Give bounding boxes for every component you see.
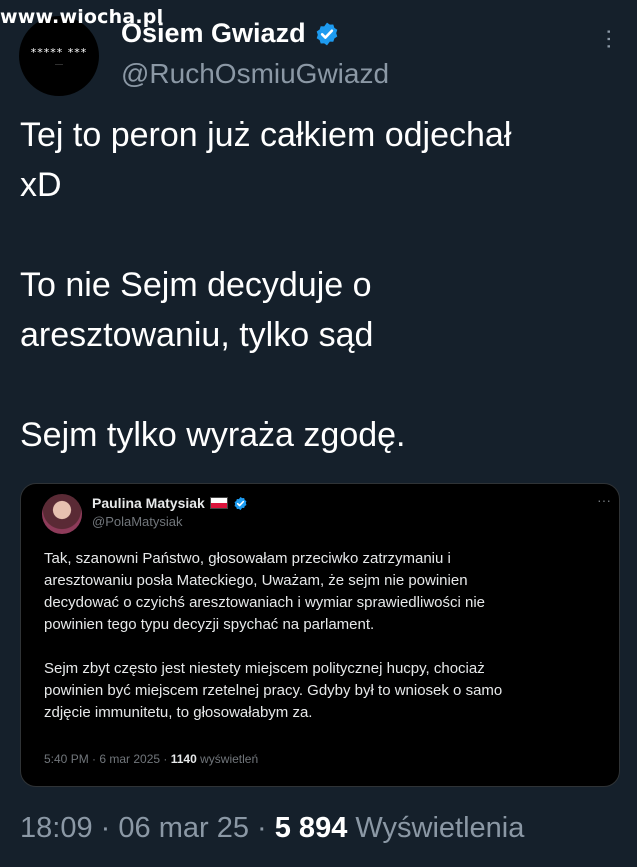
quoted-author-name[interactable]: Paulina Matysiak [92,495,205,511]
author-avatar[interactable]: ***** *** —— [19,16,99,96]
quoted-line: decydować o czyichś aresztowaniach i wym… [44,594,486,611]
more-options-icon[interactable]: ⋯ [597,28,622,50]
quoted-tweet-card[interactable]: Paulina Matysiak @PolaMatysiak ··· Tak, … [20,483,620,787]
quoted-author-name-row[interactable]: Paulina Matysiak [92,495,248,511]
views-label: Wyświetlenia [355,812,525,844]
quoted-line: zdjęcie immunitetu, to głosowałabym za. [44,704,313,721]
avatar-caption-decoration: —— [55,61,63,66]
quoted-line: powinien być miejscem rzetelnej pracy. G… [44,682,503,699]
poland-flag-icon [209,497,228,509]
tweet-line: To nie Sejm decyduje o [20,266,372,304]
quoted-views-count: 1140 [170,752,197,766]
views-count: 5 894 [274,812,348,844]
watermark: www.wiocha.pl [0,6,164,28]
tweet-line: Sejm tylko wyraża zgodę. [20,416,406,454]
quoted-tweet-meta: 5:40 PM · 6 mar 2025 · 1140 wyświetleń [44,752,258,766]
quoted-line: aresztowaniu posła Mateckiego, Uważam, ż… [44,572,468,589]
quoted-views-label: wyświetleń [200,752,259,766]
separator-dot: · [100,812,111,844]
tweet-date[interactable]: 06 mar 25 [118,812,249,844]
tweet-line: aresztowaniu, tylko sąd [20,316,374,354]
tweet-time[interactable]: 18:09 [20,812,93,844]
quoted-line: Tak, szanowni Państwo, głosowałam przeci… [44,550,451,567]
tweet-line: Tej to peron już całkiem odjechał [20,116,512,154]
quoted-author-handle[interactable]: @PolaMatysiak [92,514,183,529]
quoted-tweet-text: Tak, szanowni Państwo, głosowałam przeci… [44,548,594,724]
separator-dot: · [257,812,267,844]
tweet-meta: 18:09 · 06 mar 25 · 5 894 Wyświetlenia [20,812,524,845]
more-options-icon[interactable]: ··· [597,492,611,508]
verified-badge-icon [234,496,247,510]
quoted-timestamp[interactable]: 5:40 PM · 6 mar 2025 · [44,752,167,766]
avatar-stars-text: ***** *** [30,46,88,59]
quoted-line: powinien tego typu decyzji spychać na pa… [44,616,375,633]
verified-badge-icon [316,22,337,45]
tweet-line: xD [20,166,62,204]
author-handle[interactable]: @RuchOsmiuGwiazd [121,58,389,90]
quoted-line: Sejm zbyt często jest niestety miejscem … [44,660,485,677]
quoted-author-avatar[interactable] [42,494,82,534]
tweet-text: Tej to peron już całkiem odjechał xD To … [20,110,620,460]
